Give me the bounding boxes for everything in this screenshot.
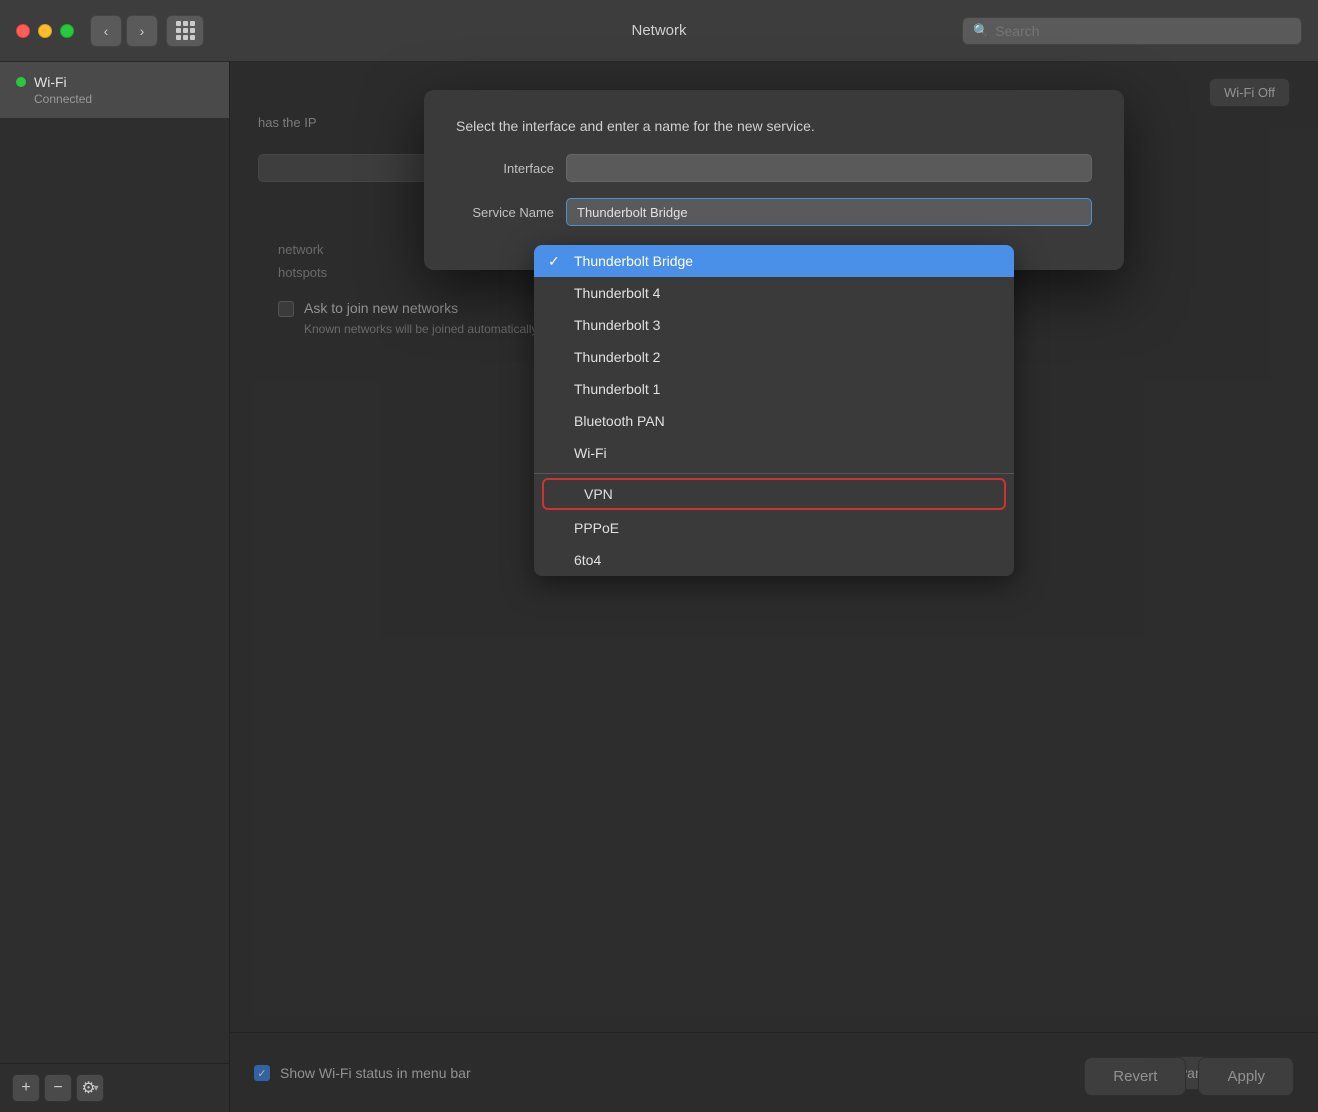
grid-icon	[176, 21, 195, 40]
dropdown-item-thunderbolt-1[interactable]: Thunderbolt 1	[534, 373, 1014, 405]
gear-menu-button[interactable]: ⚙ ▾	[76, 1074, 104, 1102]
traffic-lights	[16, 24, 74, 38]
interface-label: Interface	[456, 161, 566, 176]
add-service-button[interactable]: +	[12, 1074, 40, 1102]
minimize-button[interactable]	[38, 24, 52, 38]
dropdown-item-wifi[interactable]: Wi-Fi	[534, 437, 1014, 469]
sidebar-wifi-status: Connected	[16, 92, 213, 106]
dropdown-item-thunderbolt-4[interactable]: Thunderbolt 4	[534, 277, 1014, 309]
checkmark-icon: ✓	[548, 253, 560, 270]
sidebar-wifi-name: Wi-Fi	[16, 74, 213, 90]
forward-button[interactable]: ›	[126, 15, 158, 47]
grid-view-button[interactable]	[166, 15, 204, 47]
search-bar[interactable]: 🔍	[962, 17, 1302, 45]
dropdown-item-pppoe[interactable]: PPPoE	[534, 512, 1014, 544]
service-name-row: Service Name	[456, 198, 1092, 226]
titlebar: ‹ › Network 🔍	[0, 0, 1318, 62]
dropdown-item-thunderbolt-bridge[interactable]: ✓ Thunderbolt Bridge	[534, 245, 1014, 277]
close-button[interactable]	[16, 24, 30, 38]
service-name-label: Service Name	[456, 205, 566, 220]
search-icon: 🔍	[973, 23, 989, 39]
remove-service-button[interactable]: −	[44, 1074, 72, 1102]
interface-dropdown-menu: ✓ Thunderbolt Bridge Thunderbolt 4 Thund…	[534, 245, 1014, 576]
dropdown-item-thunderbolt-3[interactable]: Thunderbolt 3	[534, 309, 1014, 341]
dialog-title: Select the interface and enter a name fo…	[456, 118, 1092, 134]
window-title: Network	[631, 22, 686, 39]
interface-row: Interface	[456, 154, 1092, 182]
search-input[interactable]	[995, 23, 1291, 39]
dropdown-separator	[534, 473, 1014, 474]
dropdown-item-vpn[interactable]: VPN	[542, 478, 1006, 510]
dropdown-item-thunderbolt-2[interactable]: Thunderbolt 2	[534, 341, 1014, 373]
nav-buttons: ‹ ›	[90, 15, 158, 47]
sidebar: Wi-Fi Connected + − ⚙ ▾	[0, 62, 230, 1112]
new-service-dialog: Select the interface and enter a name fo…	[424, 90, 1124, 270]
chevron-down-icon: ▾	[94, 1083, 99, 1094]
maximize-button[interactable]	[60, 24, 74, 38]
content-panel: Wi-Fi Off has the IP ⌃⌄ network hotspots…	[230, 62, 1318, 1112]
service-name-input[interactable]	[566, 198, 1092, 226]
status-dot	[16, 77, 26, 87]
sidebar-bottom: + − ⚙ ▾	[0, 1063, 229, 1112]
dropdown-item-6to4[interactable]: 6to4	[534, 544, 1014, 576]
interface-dropdown[interactable]	[566, 154, 1092, 182]
back-button[interactable]: ‹	[90, 15, 122, 47]
dropdown-item-bluetooth-pan[interactable]: Bluetooth PAN	[534, 405, 1014, 437]
main-area: Wi-Fi Connected + − ⚙ ▾ Wi-Fi Off has th…	[0, 62, 1318, 1112]
sidebar-item-wifi[interactable]: Wi-Fi Connected	[0, 62, 229, 118]
